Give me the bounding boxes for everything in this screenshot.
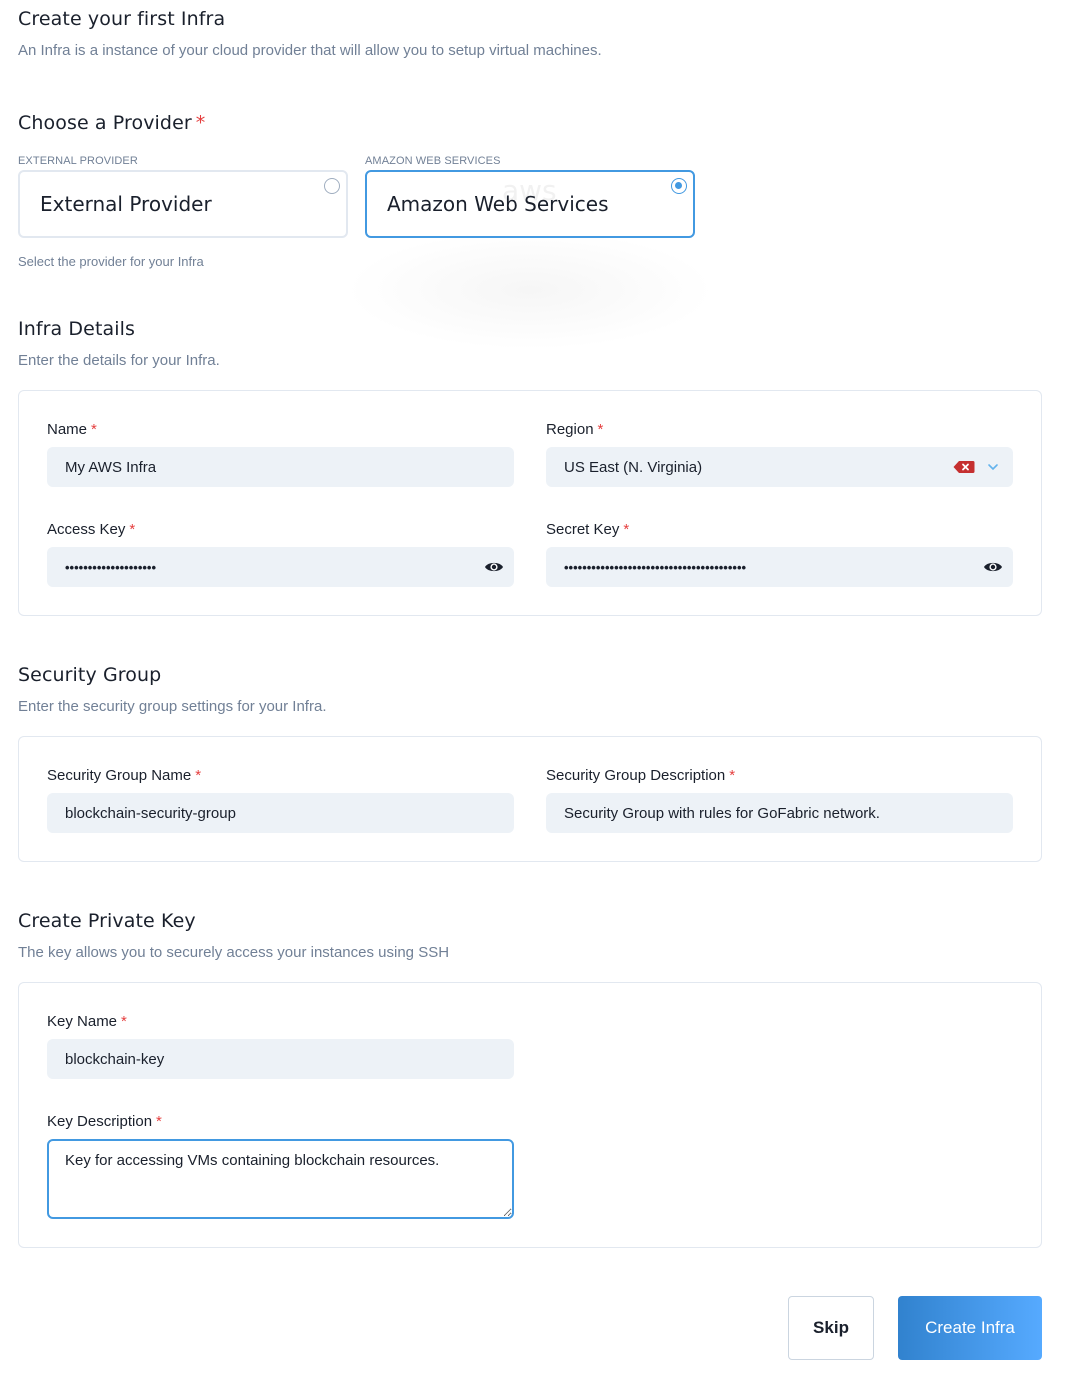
eye-icon[interactable]	[484, 560, 504, 574]
required-mark: *	[121, 1013, 127, 1030]
secret-key-input[interactable]: ••••••••••••••••••••••••••••••••••••••••	[546, 547, 1013, 587]
eye-icon[interactable]	[983, 560, 1003, 574]
key-name-value: blockchain-key	[65, 1050, 165, 1068]
sg-name-input[interactable]: blockchain-security-group	[47, 793, 514, 833]
provider-card-aws[interactable]: aws Amazon Web Services	[365, 170, 695, 238]
aws-provider-caption: AMAZON WEB SERVICES	[365, 155, 501, 167]
name-value: My AWS Infra	[65, 458, 157, 476]
access-key-value: ••••••••••••••••••••	[65, 559, 157, 575]
name-label-text: Name	[47, 421, 88, 438]
key-name-input[interactable]: blockchain-key	[47, 1039, 514, 1079]
sg-description-input[interactable]: Security Group with rules for GoFabric n…	[546, 793, 1013, 833]
security-group-subtitle: Enter the security group settings for yo…	[18, 698, 327, 715]
chevron-down-icon[interactable]	[987, 463, 999, 471]
region-label: Region *	[546, 421, 603, 438]
private-key-subtitle: The key allows you to securely access yo…	[18, 944, 450, 961]
sg-description-value: Security Group with rules for GoFabric n…	[564, 804, 880, 822]
sg-description-label: Security Group Description *	[546, 767, 735, 784]
clear-icon[interactable]	[953, 460, 975, 474]
required-mark: *	[129, 521, 136, 538]
infra-details-subtitle: Enter the details for your Infra.	[18, 352, 220, 369]
sg-name-value: blockchain-security-group	[65, 804, 236, 822]
provider-card-external[interactable]: External Provider	[18, 170, 348, 238]
access-key-label: Access Key *	[47, 521, 135, 538]
key-description-textarea[interactable]: Key for accessing VMs containing blockch…	[47, 1139, 514, 1219]
provider-card-name: External Provider	[40, 192, 212, 216]
skip-button[interactable]: Skip	[788, 1296, 874, 1360]
region-label-text: Region	[546, 421, 594, 438]
required-mark: *	[195, 112, 206, 134]
page-subtitle: An Infra is a instance of your cloud pro…	[18, 42, 602, 59]
sg-name-label-text: Security Group Name	[47, 767, 192, 784]
required-mark: *	[623, 521, 630, 538]
infra-details-title: Infra Details	[18, 318, 135, 340]
security-group-panel: Security Group Name * blockchain-security…	[18, 736, 1042, 862]
private-key-title: Create Private Key	[18, 910, 196, 932]
external-provider-caption: EXTERNAL PROVIDER	[18, 155, 138, 167]
name-label: Name *	[47, 421, 97, 438]
private-key-panel: Key Name * blockchain-key Key Description…	[18, 982, 1042, 1248]
region-value: US East (N. Virginia)	[564, 458, 703, 476]
radio-selected-icon[interactable]	[671, 178, 687, 194]
access-key-label-text: Access Key	[47, 521, 126, 538]
aws-card-shadow	[345, 230, 715, 350]
sg-name-label: Security Group Name *	[47, 767, 201, 784]
page-title: Create your first Infra	[18, 8, 226, 30]
region-select[interactable]: US East (N. Virginia)	[546, 447, 1013, 487]
key-name-label-text: Key Name	[47, 1013, 118, 1030]
sg-description-label-text: Security Group Description	[546, 767, 726, 784]
required-mark: *	[91, 421, 97, 438]
required-mark: *	[597, 421, 604, 438]
required-mark: *	[156, 1113, 162, 1130]
key-description-label-text: Key Description	[47, 1113, 153, 1130]
secret-key-value: ••••••••••••••••••••••••••••••••••••••••	[564, 559, 747, 575]
provider-help-text: Select the provider for your Infra	[18, 254, 204, 269]
secret-key-label: Secret Key *	[546, 521, 629, 538]
provider-card-name: Amazon Web Services	[387, 192, 609, 216]
key-description-label: Key Description *	[47, 1113, 162, 1130]
infra-details-panel: Name * My AWS Infra Region * US East (N. V…	[18, 390, 1042, 616]
create-infra-button[interactable]: Create Infra	[898, 1296, 1042, 1360]
required-mark: *	[729, 767, 736, 784]
radio-unselected-icon[interactable]	[324, 178, 340, 194]
name-input[interactable]: My AWS Infra	[47, 447, 514, 487]
access-key-input[interactable]: ••••••••••••••••••••	[47, 547, 514, 587]
required-mark: *	[195, 767, 202, 784]
key-name-label: Key Name *	[47, 1013, 127, 1030]
secret-key-label-text: Secret Key	[546, 521, 620, 538]
security-group-title: Security Group	[18, 664, 162, 686]
provider-title-text: Choose a Provider	[18, 112, 192, 134]
provider-section-title: Choose a Provider *	[18, 112, 205, 134]
